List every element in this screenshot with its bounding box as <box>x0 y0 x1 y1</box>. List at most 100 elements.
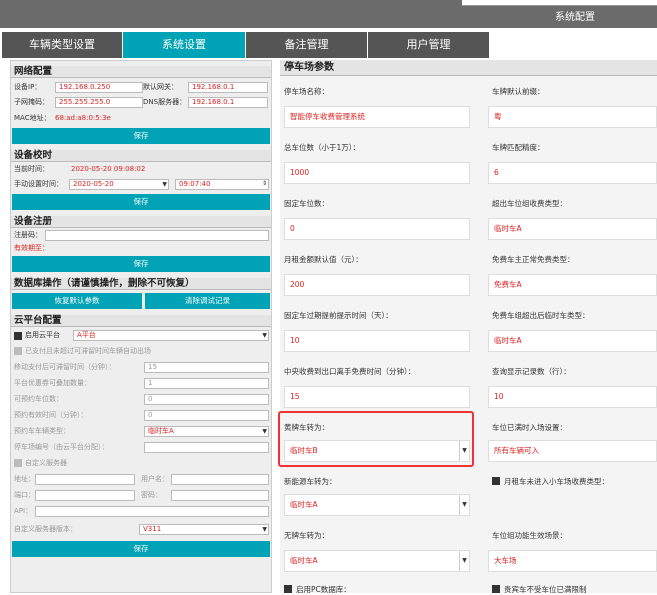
plate-prefix-input[interactable]: 粤 <box>488 106 657 128</box>
dropdown-arrow-icon: ▼ <box>459 495 469 515</box>
register-save-button[interactable]: 保存 <box>12 256 270 272</box>
manual-time-value: 09:07:40 <box>179 180 211 188</box>
reserve-label: 可预约车位数： <box>14 395 63 403</box>
total-spaces-input[interactable]: 1000 <box>284 162 470 184</box>
group-scene-select[interactable]: 大车场 <box>488 550 657 572</box>
expire-notice-input[interactable]: 10 <box>284 330 470 352</box>
query-rows-label: 查询显示记录数（行）： <box>492 367 571 376</box>
full-entry-select[interactable]: 所有车辆可入 <box>488 440 657 462</box>
new-energy-select[interactable]: 临时车A ▼ <box>284 494 470 516</box>
ip-input[interactable]: 192.168.0.250 <box>55 82 143 93</box>
user-input[interactable] <box>171 474 269 485</box>
new-energy-label: 新能源车转为： <box>284 477 337 486</box>
plate-match-input[interactable]: 6 <box>488 162 657 184</box>
fixed-spaces-input[interactable]: 0 <box>284 218 470 240</box>
current-time-label: 当前时间： <box>14 165 49 173</box>
manual-time-label: 手动设置时间： <box>14 180 63 188</box>
reserve-time-input[interactable]: 0 <box>144 410 269 421</box>
cloud-platform-select[interactable]: A平台 ▼ <box>73 330 269 341</box>
api-input[interactable] <box>35 506 269 517</box>
lot-code-label: 停车场编号（由云平台分配）： <box>14 443 109 451</box>
server-version-select[interactable]: V311 ▼ <box>139 524 269 535</box>
custom-server-checkbox[interactable] <box>14 459 22 467</box>
free-main-select[interactable]: 免费车A <box>488 274 657 296</box>
fixed-spaces-label: 固定车位数： <box>284 199 329 208</box>
dropdown-arrow-icon: ▼ <box>262 428 267 435</box>
monthly-small-checkbox[interactable] <box>492 477 500 485</box>
register-header: 设备注册 <box>11 216 271 228</box>
register-code-label: 注册码： <box>14 231 42 239</box>
manual-date-input[interactable]: 2020-05-20 ▼ <box>69 179 169 190</box>
coupon-label: 平台优惠券可叠加数量： <box>14 379 91 387</box>
manual-date-value: 2020-05-20 <box>73 180 114 188</box>
left-panel: 网络配置 设备IP： 192.168.0.250 默认网关： 192.168.0… <box>10 60 272 593</box>
free-over-select[interactable]: 临时车A <box>488 330 657 352</box>
pc-db-label: 启用PC数据库： <box>296 585 351 594</box>
custom-server-label: 自定义服务器 <box>25 459 67 467</box>
clear-debug-button[interactable]: 清除调试记录 <box>145 293 270 309</box>
spinner-icon[interactable]: ⇕ <box>262 179 267 188</box>
register-expire-label: 有效期至： <box>14 244 49 252</box>
yellow-plate-value: 临时车B <box>290 446 318 455</box>
ip-label: 设备IP： <box>14 83 42 91</box>
network-header: 网络配置 <box>11 66 271 78</box>
pc-db-checkbox[interactable] <box>284 585 292 593</box>
cloud-save-button[interactable]: 保存 <box>12 541 270 557</box>
gateway-label: 默认网关： <box>143 83 178 91</box>
query-rows-input[interactable]: 10 <box>488 386 657 408</box>
register-section: 设备注册 <box>11 216 271 228</box>
server-version-value: V311 <box>143 525 162 533</box>
expire-notice-label: 固定车过期提前提示时间（天）： <box>284 311 393 320</box>
move-pay-input[interactable]: 15 <box>144 362 269 373</box>
mask-input[interactable]: 255.255.255.0 <box>55 97 143 108</box>
tab-vehicle-type[interactable]: 车辆类型设置 <box>2 32 123 58</box>
tab-bar: 车辆类型设置 系统设置 备注管理 用户管理 <box>0 32 657 58</box>
timecal-save-button[interactable]: 保存 <box>12 194 270 210</box>
monthly-default-input[interactable]: 200 <box>284 274 470 296</box>
window-title: 系统配置 <box>555 12 595 23</box>
parking-header: 停车场参数 <box>280 60 657 76</box>
lot-name-input[interactable]: 智能停车收费管理系统 <box>284 106 470 128</box>
port-input[interactable] <box>35 490 135 501</box>
guest-checkbox[interactable] <box>492 585 500 593</box>
network-save-button[interactable]: 保存 <box>12 128 270 144</box>
gateway-input[interactable]: 192.168.0.1 <box>188 82 268 93</box>
full-entry-label: 车位已满时入场设置： <box>492 423 567 432</box>
auto-exit-checkbox[interactable] <box>14 347 22 355</box>
dns-input[interactable]: 192.168.0.1 <box>188 97 268 108</box>
over-type-select[interactable]: 临时车A <box>488 218 657 240</box>
group-scene-label: 车位组功能生效场景： <box>492 531 567 540</box>
pwd-input[interactable] <box>171 490 269 501</box>
over-type-label: 超出车位组收费类型： <box>492 199 567 208</box>
dns-label: DNS服务器： <box>143 98 187 106</box>
reserve-input[interactable]: 0 <box>144 394 269 405</box>
monthly-small-label: 月租车未进入小车场收费类型： <box>504 477 609 486</box>
yellow-plate-select[interactable]: 临时车B ▼ <box>284 440 470 462</box>
mac-label: MAC地址： <box>14 114 51 122</box>
register-code-input[interactable] <box>45 230 269 241</box>
auto-exit-label: 已支付且未超过可滞留时间车辆自动出场 <box>25 347 151 355</box>
db-header: 数据库操作（请谨慎操作，删除不可恢复） <box>11 278 271 290</box>
title-bar-panel <box>462 0 657 6</box>
db-section: 数据库操作（请谨慎操作，删除不可恢复） <box>11 278 271 290</box>
reserve-type-select[interactable]: 临时车A ▼ <box>144 426 269 437</box>
dropdown-arrow-icon: ▼ <box>459 551 469 571</box>
dropdown-arrow-icon: ▼ <box>262 332 267 339</box>
no-plate-select[interactable]: 临时车A ▼ <box>284 550 470 572</box>
cloud-header: 云平台配置 <box>11 315 271 327</box>
restore-default-button[interactable]: 恢复默认参数 <box>12 293 142 309</box>
manual-time-input[interactable]: 09:07:40 ⇕ <box>175 179 269 190</box>
addr-label: 地址： <box>14 475 35 483</box>
enable-cloud-checkbox[interactable] <box>14 332 22 340</box>
port-label: 端口： <box>14 491 35 499</box>
timecal-header: 设备校时 <box>11 150 271 162</box>
mac-value: 68:ad:a8:0:5:3e <box>55 114 111 122</box>
central-free-input[interactable]: 15 <box>284 386 470 408</box>
tab-remark-management[interactable]: 备注管理 <box>246 32 368 58</box>
coupon-input[interactable]: 1 <box>144 378 269 389</box>
lot-code-input[interactable] <box>144 442 269 453</box>
addr-input[interactable] <box>35 474 135 485</box>
tab-system-settings[interactable]: 系统设置 <box>123 32 246 58</box>
yellow-plate-label: 黄牌车转为： <box>284 423 329 432</box>
tab-user-management[interactable]: 用户管理 <box>368 32 490 58</box>
